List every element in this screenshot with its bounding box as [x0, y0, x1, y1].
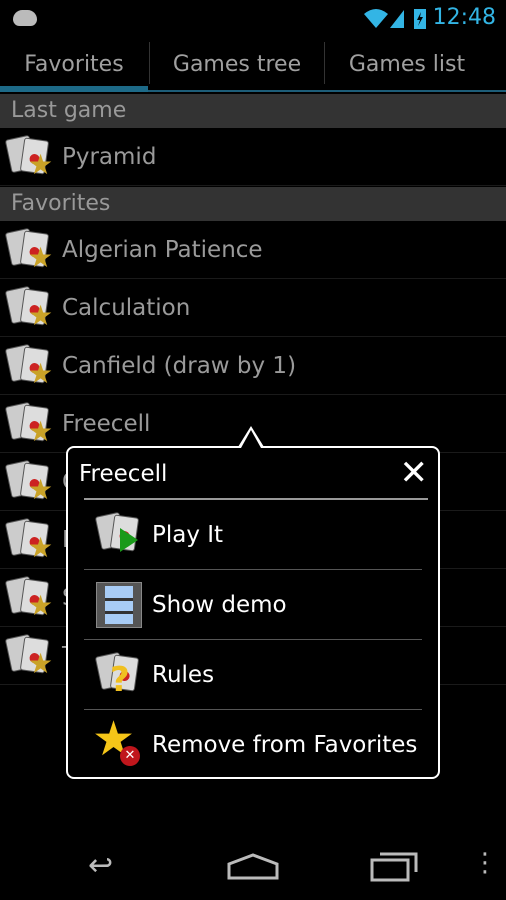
menu-item-remove-from-favorites[interactable]: ★ ✕ Remove from Favorites	[84, 710, 422, 780]
home-icon[interactable]	[226, 852, 280, 880]
cards-star-icon: ★	[4, 401, 53, 446]
popup-pointer-inner	[241, 430, 261, 448]
context-popup: Freecell ✕ Play It Show demo ? Rules ★ ✕ …	[66, 446, 440, 779]
cards-star-icon: ★	[4, 343, 53, 388]
tab-favorites[interactable]: Favorites	[0, 38, 148, 92]
clock: 12:48	[432, 5, 496, 30]
rules-cards-icon: ?	[94, 651, 142, 700]
tab-bar: Favorites Games tree Games list	[0, 38, 506, 92]
cards-star-icon: ★	[4, 633, 53, 678]
cards-star-icon: ★	[4, 459, 53, 504]
menu-icon[interactable]: ⋮	[472, 848, 498, 878]
back-icon[interactable]: ↩	[88, 848, 113, 883]
list-item[interactable]: ★ Canfield (draw by 1)	[0, 337, 506, 395]
cards-star-icon: ★	[4, 285, 53, 330]
close-icon[interactable]: ✕	[400, 456, 429, 490]
popup-title: Freecell	[79, 461, 168, 487]
section-header-favorites: Favorites	[0, 187, 506, 221]
menu-item-rules[interactable]: ? Rules	[84, 640, 422, 710]
play-cards-icon	[94, 511, 142, 558]
list-item[interactable]: ★ Calculation	[0, 279, 506, 337]
cards-star-icon: ★	[4, 134, 53, 179]
remove-star-icon: ★ ✕	[92, 714, 142, 768]
list-item[interactable]: ★ Algerian Patience	[0, 221, 506, 279]
tab-games-list[interactable]: Games list	[325, 38, 489, 90]
recents-icon[interactable]	[370, 850, 420, 882]
cards-star-icon: ★	[4, 517, 53, 562]
wifi-signal-battery-icons	[364, 9, 426, 29]
cards-star-icon: ★	[4, 227, 53, 272]
section-header-last-game: Last game	[0, 94, 506, 128]
navigation-bar: ↩ ⋮	[0, 830, 506, 900]
film-icon	[96, 582, 142, 628]
tab-games-tree[interactable]: Games tree	[150, 38, 324, 90]
cards-star-icon: ★	[4, 575, 53, 620]
menu-item-show-demo[interactable]: Show demo	[84, 570, 422, 640]
menu-item-play-it[interactable]: Play It	[84, 500, 422, 570]
status-bar: 12:48	[0, 0, 506, 38]
android-icon	[13, 10, 37, 26]
list-item[interactable]: ★ Pyramid	[0, 128, 506, 186]
